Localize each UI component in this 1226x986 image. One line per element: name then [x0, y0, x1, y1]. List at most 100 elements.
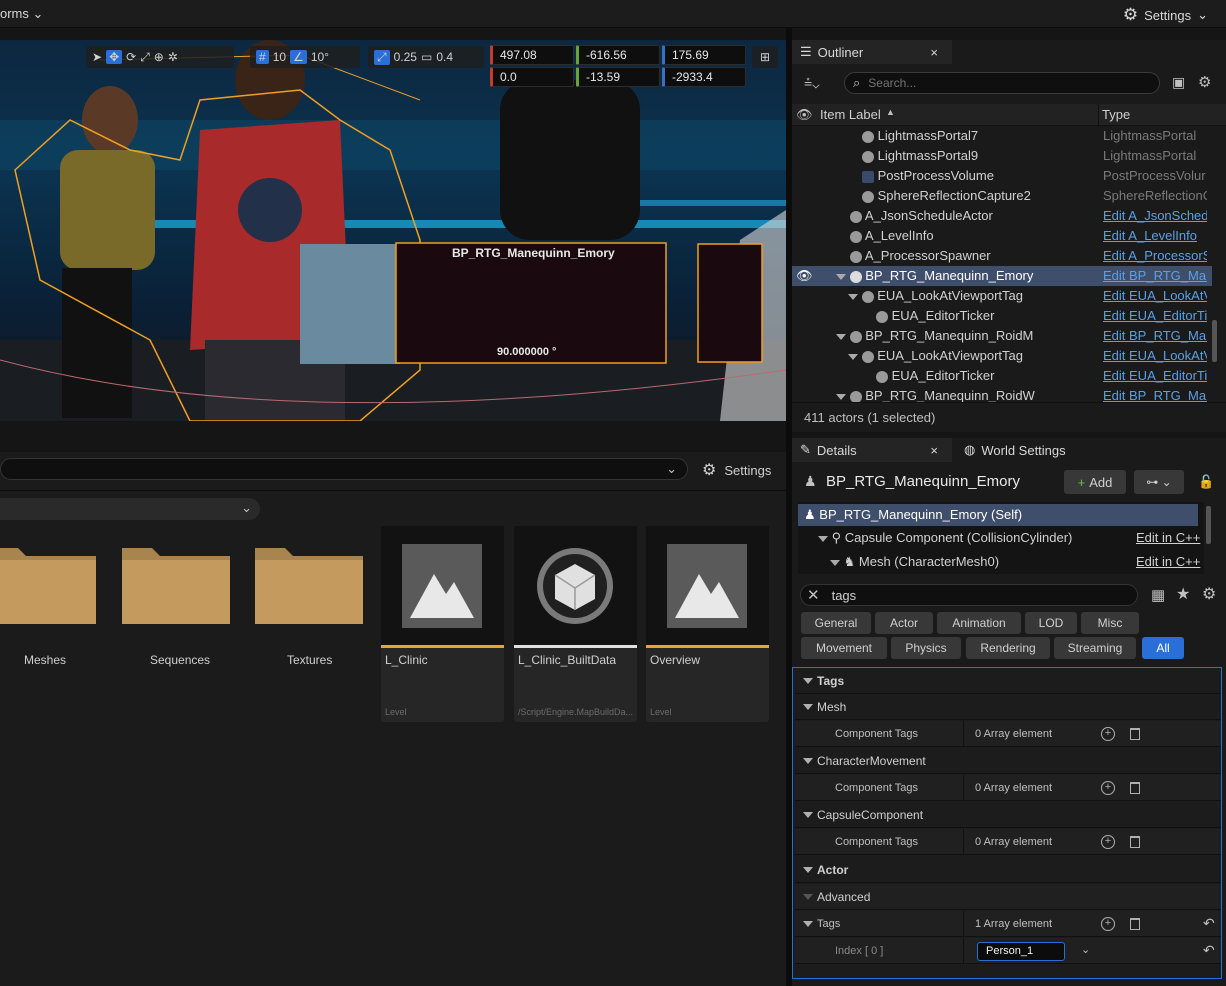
filter-rendering[interactable]: Rendering [966, 637, 1050, 659]
tree-row[interactable]: A_JsonScheduleActor Edit A_JsonSched [792, 206, 1212, 226]
filter-misc[interactable]: Misc [1081, 612, 1139, 634]
world-settings-tab[interactable]: ◍ World Settings [956, 438, 1066, 462]
outliner-search[interactable]: ⌕ [844, 72, 1160, 94]
filter-animation[interactable]: Animation [937, 612, 1021, 634]
location-z[interactable]: 175.69 [662, 45, 746, 65]
angle-snap-value[interactable]: 10° [311, 50, 329, 64]
world-icon[interactable]: ⊕ [154, 50, 164, 64]
chevron-down-icon[interactable]: ⌄ [1081, 943, 1090, 956]
filter-actor[interactable]: Actor [875, 612, 933, 634]
path-bar[interactable]: ⌄ [0, 458, 688, 480]
chevron-down-icon[interactable]: ⌄ [241, 500, 252, 516]
grid-snap-value[interactable]: 10 [273, 50, 286, 64]
tree-row[interactable]: SphereReflectionCapture2 SphereReflection… [792, 186, 1212, 206]
lock-icon[interactable]: 🔓 [1198, 474, 1214, 490]
filter-lod[interactable]: LOD [1025, 612, 1077, 634]
asset-tile[interactable]: L_Clinic Level [381, 526, 504, 722]
trash-icon[interactable] [1130, 918, 1140, 930]
forms-menu[interactable]: orms ⌄ [0, 6, 43, 22]
edit-in-cpp-link[interactable]: Edit in C++ [1136, 530, 1200, 545]
section-character-movement[interactable]: CharacterMovement [795, 748, 1221, 774]
camera-speed-icon[interactable]: ▭ [421, 50, 432, 64]
trash-icon[interactable] [1130, 782, 1140, 794]
outliner-search-input[interactable] [868, 76, 1129, 90]
reset-icon[interactable]: ↶ [1203, 942, 1215, 959]
tree-row[interactable]: EUA_EditorTicker Edit EUA_EditorTic [792, 306, 1212, 326]
filter-movement[interactable]: Movement [801, 637, 887, 659]
details-tab[interactable]: ✎ Details × [792, 438, 952, 462]
reset-icon[interactable]: ↶ [1203, 915, 1215, 932]
rotation-x[interactable]: 0.0 [490, 67, 574, 87]
chevron-down-icon[interactable] [830, 559, 840, 566]
edit-in-cpp-link[interactable]: Edit in C++ [1136, 554, 1200, 569]
tree-row[interactable]: A_LevelInfo Edit A_LevelInfo [792, 226, 1212, 246]
chevron-down-icon[interactable]: ⌄ [666, 461, 677, 477]
details-search[interactable]: ✕ tags [800, 584, 1138, 606]
section-mesh[interactable]: Mesh [795, 694, 1221, 720]
column-item-label[interactable]: Item Label [820, 107, 881, 122]
close-icon[interactable]: × [930, 45, 938, 60]
grid-snap-icon[interactable]: # [256, 50, 269, 64]
blueprint-button[interactable]: ⊶ ⌄ [1134, 470, 1184, 494]
details-search-value[interactable]: tags [832, 588, 857, 603]
asset-tile[interactable]: Overview Level [646, 526, 769, 722]
rotation-y[interactable]: -13.59 [576, 67, 660, 87]
scale-icon[interactable]: ⤢ [140, 50, 150, 65]
tree-row[interactable]: PostProcessVolume PostProcessVolur [792, 166, 1212, 186]
outliner-scrollbar[interactable] [1212, 320, 1217, 362]
chevron-down-icon[interactable] [848, 293, 858, 300]
surface-snap-icon[interactable]: ✲ [168, 50, 178, 64]
add-element-icon[interactable]: + [1101, 917, 1115, 931]
component-capsule[interactable]: ⚲ Capsule Component (CollisionCylinder) [818, 530, 1072, 546]
close-icon[interactable]: × [930, 443, 938, 458]
filter-icon[interactable]: ⩮⌄ [804, 74, 820, 91]
select-icon[interactable]: ➤ [92, 50, 102, 64]
section-tags[interactable]: Tags [795, 668, 1221, 694]
viewport-layout-button[interactable]: ⊞ [752, 46, 778, 68]
angle-snap-icon[interactable]: ∠ [290, 50, 307, 64]
location-y[interactable]: -616.56 [576, 45, 660, 65]
component-self[interactable]: ♟ BP_RTG_Manequinn_Emory (Self) [798, 504, 1198, 526]
trash-icon[interactable] [1130, 836, 1140, 848]
section-capsule-component[interactable]: CapsuleComponent [795, 802, 1221, 828]
filter-physics[interactable]: Physics [891, 637, 961, 659]
add-element-icon[interactable]: + [1101, 727, 1115, 741]
chevron-down-icon[interactable] [818, 535, 828, 542]
tree-row[interactable]: LightmassPortal9 LightmassPortal [792, 146, 1212, 166]
tree-row[interactable]: EUA_LookAtViewportTag Edit EUA_LookAtV [792, 286, 1212, 306]
scale-snap-value[interactable]: 0.25 [394, 50, 417, 64]
folder-icon[interactable] [0, 540, 96, 624]
tree-row[interactable]: LightmassPortal7 LightmassPortal [792, 126, 1212, 146]
trash-icon[interactable] [1130, 728, 1140, 740]
tree-row[interactable]: A_ProcessorSpawner Edit A_ProcessorS [792, 246, 1212, 266]
add-element-icon[interactable]: + [1101, 781, 1115, 795]
asset-tile[interactable]: L_Clinic_BuiltData /Script/Engine.MapBui… [514, 526, 637, 722]
tree-row[interactable]: BP_RTG_Manequinn_RoidW Edit BP_RTG_Man [792, 386, 1212, 402]
clear-icon[interactable]: ✕ [807, 586, 820, 604]
filter-all[interactable]: All [1142, 637, 1184, 659]
camera-speed-value[interactable]: 0.4 [436, 50, 453, 64]
gear-icon[interactable]: ⚙ [1198, 73, 1211, 91]
horizontal-splitter[interactable] [0, 421, 786, 452]
scale-snap-icon[interactable]: ⤢ [374, 49, 390, 65]
add-folder-icon[interactable]: ▣ [1172, 74, 1185, 91]
filter-dropdown[interactable]: ⌄ [0, 498, 260, 520]
star-icon[interactable]: ★ [1176, 584, 1190, 604]
folder-icon[interactable] [255, 540, 363, 624]
add-component-button[interactable]: + Add [1064, 470, 1126, 494]
section-advanced[interactable]: Advanced [795, 884, 1221, 910]
move-icon[interactable]: ✥ [106, 50, 123, 64]
chevron-down-icon[interactable] [836, 333, 846, 340]
chevron-down-icon[interactable] [836, 273, 846, 280]
add-element-icon[interactable]: + [1101, 835, 1115, 849]
level-viewport[interactable]: BP_RTG_Manequinn_Emory 90.000000 ° ➤ ✥ ⟳… [0, 40, 786, 421]
outliner-tab[interactable]: ☰ Outliner × [792, 40, 952, 64]
tree-row[interactable]: BP_RTG_Manequinn_RoidM Edit BP_RTG_Man [792, 326, 1212, 346]
chevron-down-icon[interactable] [836, 393, 846, 400]
vertical-splitter[interactable] [786, 28, 792, 986]
tag-value-input[interactable]: Person_1 [977, 942, 1065, 961]
component-scrollbar[interactable] [1206, 506, 1211, 544]
filter-general[interactable]: General [801, 612, 871, 634]
column-type[interactable]: Type [1102, 107, 1130, 122]
tree-row[interactable]: EUA_LookAtViewportTag Edit EUA_LookAtV [792, 346, 1212, 366]
